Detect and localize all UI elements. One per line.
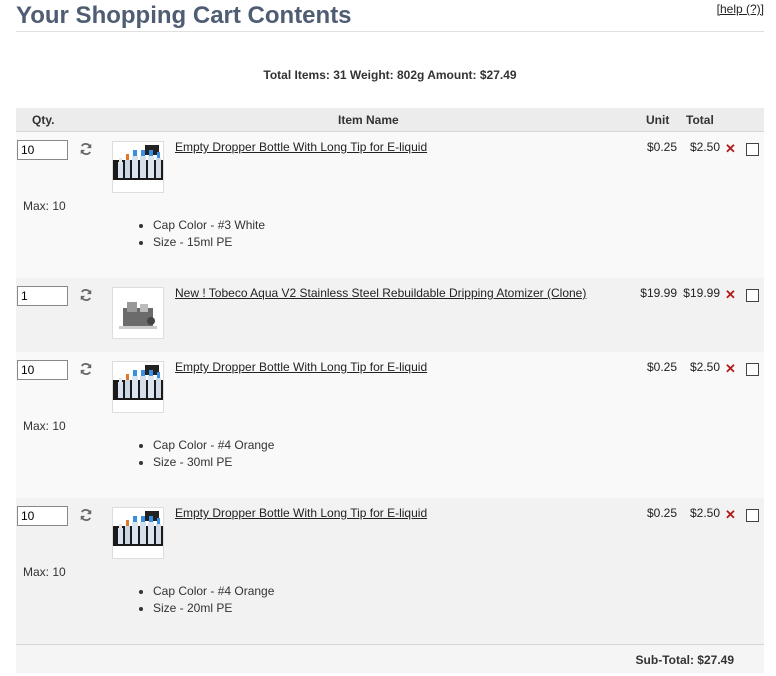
line-total: $2.50: [689, 360, 720, 374]
page-title: Your Shopping Cart Contents: [16, 2, 352, 29]
refresh-icon[interactable]: [79, 288, 93, 302]
product-thumbnail-dropper-bottle[interactable]: [112, 141, 164, 193]
item-attributes: Cap Color - #4 Orange Size - 20ml PE: [137, 584, 274, 618]
attribute-cap-color: Cap Color - #4 Orange: [153, 584, 274, 598]
unit-price: $0.25: [646, 360, 677, 374]
remove-icon[interactable]: ✕: [725, 507, 736, 523]
attribute-size: Size - 20ml PE: [153, 601, 274, 615]
attribute-size: Size - 30ml PE: [153, 455, 274, 469]
item-name-link[interactable]: New ! Tobeco Aqua V2 Stainless Steel Reb…: [175, 286, 586, 300]
item-name-link[interactable]: Empty Dropper Bottle With Long Tip for E…: [175, 140, 427, 154]
remove-icon[interactable]: ✕: [725, 361, 736, 377]
select-checkbox[interactable]: [746, 363, 759, 376]
product-thumbnail-dropper-bottle[interactable]: [112, 507, 164, 559]
max-quantity-label: Max: 10: [23, 419, 66, 433]
subtotal-row: Sub-Total: $27.49: [16, 644, 764, 673]
item-attributes: Cap Color - #3 White Size - 15ml PE: [137, 218, 265, 252]
cart-row: New ! Tobeco Aqua V2 Stainless Steel Reb…: [16, 278, 764, 352]
refresh-icon[interactable]: [79, 142, 93, 156]
max-quantity-label: Max: 10: [23, 199, 66, 213]
cart-table: Qty. Item Name Unit Total 10 Empty Dropp…: [16, 108, 764, 673]
refresh-icon[interactable]: [79, 362, 93, 376]
quantity-input[interactable]: [17, 506, 68, 526]
attribute-cap-color: Cap Color - #4 Orange: [153, 438, 274, 452]
attribute-cap-color: Cap Color - #3 White: [153, 218, 265, 232]
help-link[interactable]: [help (?)]: [717, 2, 764, 16]
select-checkbox[interactable]: [746, 143, 759, 156]
subtotal-amount: Sub-Total: $27.49: [635, 653, 734, 667]
cart-header-row: Qty. Item Name Unit Total: [16, 108, 764, 132]
unit-price: $19.99: [640, 286, 677, 300]
item-name-link[interactable]: Empty Dropper Bottle With Long Tip for E…: [175, 360, 427, 374]
column-header-item-name: Item Name: [338, 113, 399, 127]
refresh-icon[interactable]: [79, 508, 93, 522]
column-header-qty: Qty.: [32, 113, 55, 127]
select-checkbox[interactable]: [746, 289, 759, 302]
attribute-size: Size - 15ml PE: [153, 235, 265, 249]
remove-icon[interactable]: ✕: [725, 287, 736, 303]
cart-row: Empty Dropper Bottle With Long Tip for E…: [16, 498, 764, 644]
line-total: $19.99: [683, 286, 720, 300]
title-divider: [16, 31, 764, 32]
column-header-unit: Unit: [646, 113, 670, 127]
quantity-input[interactable]: [17, 360, 68, 380]
remove-icon[interactable]: ✕: [725, 141, 736, 157]
cart-totals-summary: Total Items: 31 Weight: 802g Amount: $27…: [263, 68, 517, 82]
item-name-link[interactable]: Empty Dropper Bottle With Long Tip for E…: [175, 506, 427, 520]
max-quantity-label: Max: 10: [23, 565, 66, 579]
line-total: $2.50: [689, 506, 720, 520]
product-thumbnail-atomizer[interactable]: [112, 287, 164, 339]
column-header-total: Total: [686, 113, 714, 127]
quantity-input[interactable]: [17, 140, 68, 160]
cart-row: Empty Dropper Bottle With Long Tip for E…: [16, 132, 764, 278]
item-attributes: Cap Color - #4 Orange Size - 30ml PE: [137, 438, 274, 472]
cart-row: Empty Dropper Bottle With Long Tip for E…: [16, 352, 764, 498]
quantity-input[interactable]: [17, 286, 68, 306]
unit-price: $0.25: [646, 506, 677, 520]
product-thumbnail-dropper-bottle[interactable]: [112, 361, 164, 413]
line-total: $2.50: [689, 140, 720, 154]
unit-price: $0.25: [646, 140, 677, 154]
select-checkbox[interactable]: [746, 509, 759, 522]
